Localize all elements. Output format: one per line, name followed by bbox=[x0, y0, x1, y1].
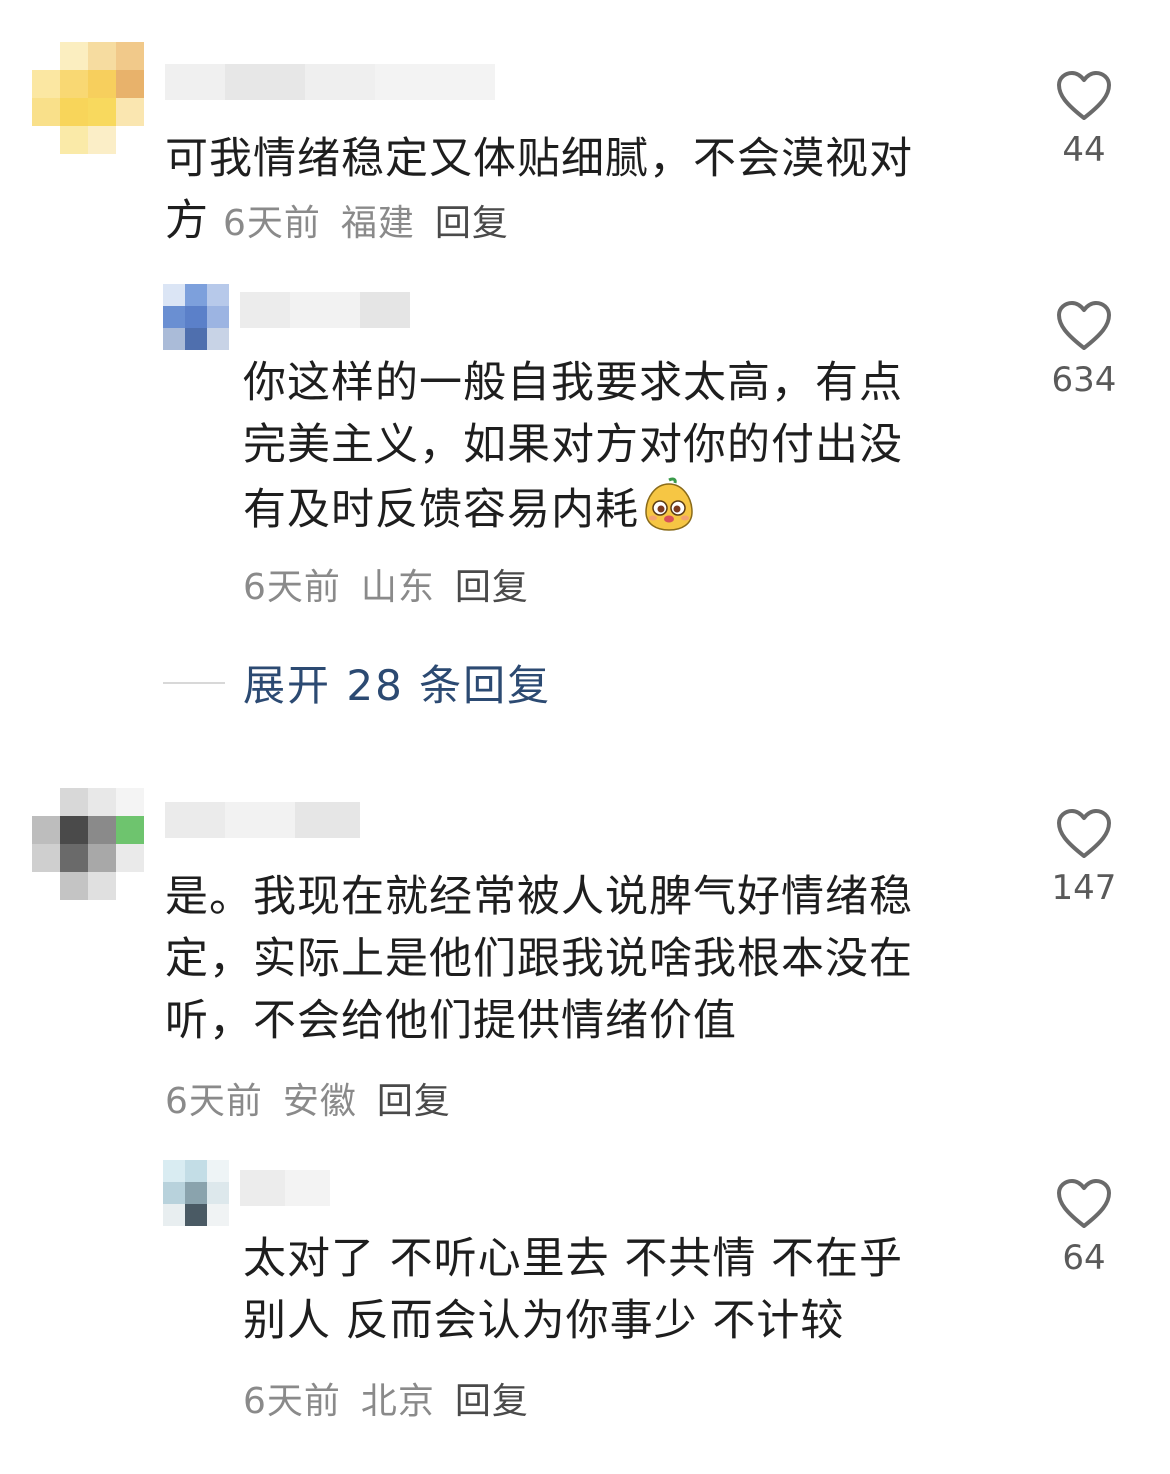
heart-outline-icon bbox=[1057, 1179, 1111, 1228]
comment-location: 安徽 bbox=[282, 1081, 357, 1122]
like-count: 634 bbox=[1051, 360, 1117, 400]
heart-outline-icon bbox=[1057, 809, 1111, 858]
like-count: 44 bbox=[1062, 130, 1106, 170]
reply-button[interactable]: 回复 bbox=[455, 1381, 529, 1422]
like-button[interactable]: 44 bbox=[1029, 70, 1139, 170]
reply-button[interactable]: 回复 bbox=[435, 203, 509, 244]
heart-outline-icon bbox=[1057, 71, 1111, 120]
reply-button[interactable]: 回复 bbox=[455, 567, 529, 608]
like-count: 147 bbox=[1051, 868, 1117, 908]
like-button[interactable]: 147 bbox=[1029, 808, 1139, 908]
username-blurred[interactable] bbox=[165, 802, 360, 838]
comment-meta: 6天前 山东 回复 bbox=[243, 558, 549, 610]
expand-replies-button[interactable]: 展开 28 条回复 bbox=[163, 652, 551, 713]
comment-text: 太对了 不听心里去 不共情 不在乎 别人 反而会认为你事少 不计较 bbox=[243, 1234, 904, 1346]
mango-face-emoji bbox=[643, 476, 695, 549]
comment-time: 6天前 bbox=[223, 203, 321, 244]
username-blurred[interactable] bbox=[240, 1170, 330, 1206]
avatar[interactable] bbox=[32, 42, 144, 154]
reply-button[interactable]: 回复 bbox=[377, 1081, 451, 1122]
comment-time: 6天前 bbox=[243, 1381, 341, 1422]
username-blurred[interactable] bbox=[240, 292, 410, 328]
divider bbox=[163, 681, 225, 684]
comment-text: 你这样的一般自我要求太高，有点 完美主义，如果对方对你的付出没 有及时反馈容易内… bbox=[243, 352, 1003, 549]
avatar[interactable] bbox=[32, 788, 144, 900]
avatar[interactable] bbox=[163, 284, 229, 350]
heart-outline-icon bbox=[1057, 301, 1111, 350]
like-button[interactable]: 634 bbox=[1029, 300, 1139, 400]
avatar[interactable] bbox=[163, 1160, 229, 1226]
comment-meta: 6天前 北京 回复 bbox=[243, 1372, 549, 1424]
comment-time: 6天前 bbox=[243, 567, 341, 608]
comment-time: 6天前 bbox=[165, 1081, 263, 1122]
comment-text: 是。我现在就经常被人说脾气好情绪稳 定，实际上是他们跟我说啥我根本没在 听，不会… bbox=[165, 872, 913, 1046]
comment-text: 可我情绪稳定又体贴细腻，不会漠视对 方 6天前 福建 回复 bbox=[165, 128, 1005, 255]
comment-location: 北京 bbox=[360, 1381, 435, 1422]
comment-meta: 6天前 安徽 回复 bbox=[165, 1072, 471, 1124]
comment-location: 福建 bbox=[340, 203, 415, 244]
like-count: 64 bbox=[1062, 1238, 1106, 1278]
username-blurred[interactable] bbox=[165, 64, 495, 100]
expand-replies-label: 展开 28 条回复 bbox=[243, 661, 552, 710]
comment-meta: 6天前 福建 回复 bbox=[223, 193, 529, 255]
like-button[interactable]: 64 bbox=[1029, 1178, 1139, 1278]
comment-location: 山东 bbox=[360, 567, 435, 608]
